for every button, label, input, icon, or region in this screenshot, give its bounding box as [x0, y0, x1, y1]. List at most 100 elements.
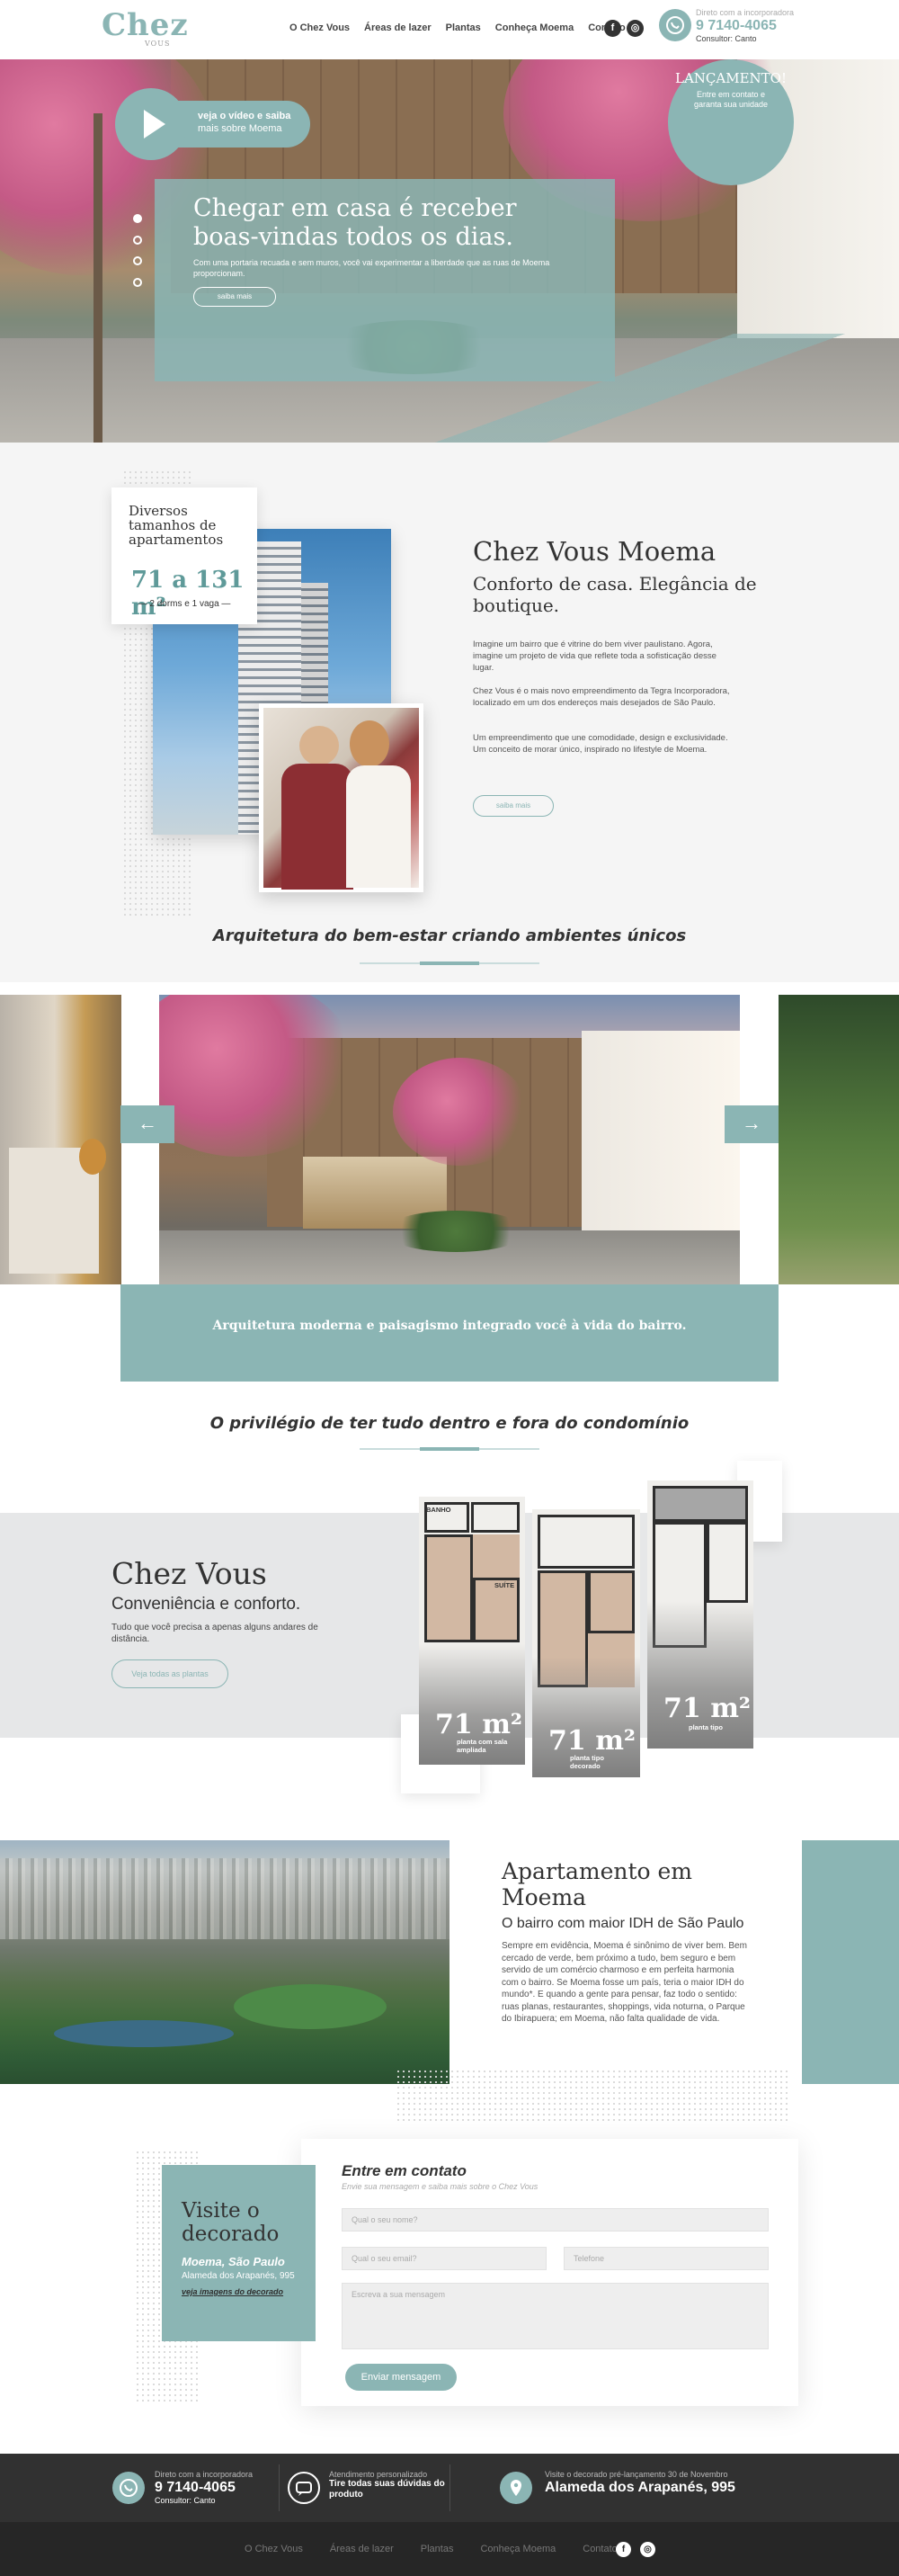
visit-photos-link[interactable]: veja imagens do decorado [182, 2287, 283, 2296]
main-nav: O Chez Vous Áreas de lazer Plantas Conhe… [289, 22, 626, 33]
floor-plan-card-2[interactable]: 71 m² planta tipo decorado [532, 1509, 640, 1777]
about-subtitle: Conforto de casa. Elegância de boutique. [473, 573, 757, 616]
visit-title: Visite o decorado [182, 2199, 280, 2246]
launch-text: Entre em contato e garanta sua unidade [693, 90, 769, 109]
footer-facebook-icon[interactable]: f [616, 2542, 631, 2557]
plan-1-size: 71 m² [435, 1709, 523, 1740]
footer-consultant: Consultor: Canto [155, 2496, 216, 2505]
video-cta-text[interactable]: veja o vídeo e saiba mais sobre Moema [198, 110, 290, 135]
footer-divider-1 [279, 2464, 280, 2511]
footer-nav-contato[interactable]: Contato [583, 2544, 618, 2554]
hero-saiba-mais-button[interactable]: saiba mais [193, 287, 276, 307]
footer-instagram-icon[interactable]: ◎ [640, 2542, 655, 2557]
plan-3-size: 71 m² [663, 1693, 752, 1724]
plan-2-label: planta tipo decorado [570, 1754, 604, 1770]
decor-teal-strip [802, 1840, 899, 2084]
header-consultant: Consultor: Canto [696, 34, 757, 43]
privilege-divider [360, 1447, 539, 1451]
carousel-prev-arrow-icon[interactable]: ← [120, 1105, 174, 1143]
plants-title: Chez Vous [111, 1556, 267, 1591]
footer-phone[interactable]: 9 7140-4065 [155, 2479, 253, 2496]
visit-location: Moema, São Paulo [182, 2255, 285, 2268]
about-paragraph-3: Um empreendimento que une comodidade, de… [473, 733, 728, 755]
footer-col2-text: Tire todas suas dúvidas do produto [329, 2479, 445, 2500]
architecture-divider [360, 962, 539, 965]
architecture-carousel: ← → Arquitetura moderna e paisagismo int… [0, 995, 899, 1382]
architecture-heading: Arquitetura do bem-estar criando ambient… [212, 926, 687, 945]
floor-plan-card-1[interactable]: BANHO SUÍTE 71 m² planta com sala amplia… [419, 1497, 525, 1765]
footer-col3-label: Visite o decorado pré-lançamento 30 de N… [545, 2470, 728, 2479]
footer-nav-chez-vous[interactable]: O Chez Vous [245, 2544, 303, 2554]
sizes-range: 71 a 131 m² [131, 567, 245, 621]
visit-showroom-box: Visite o decorado Moema, São Paulo Alame… [162, 2165, 316, 2341]
message-textarea[interactable]: Escreva a sua mensagem [342, 2283, 769, 2349]
location-pin-icon [500, 2472, 532, 2504]
view-all-plans-button[interactable]: Veja todas as plantas [111, 1659, 228, 1688]
hero-tree-trunk [93, 113, 102, 443]
carousel-slide-prev-image[interactable] [0, 995, 121, 1284]
about-paragraph-1: Imagine um bairro que é vitrine do bem v… [473, 640, 717, 673]
nav-item-areas-lazer[interactable]: Áreas de lazer [364, 22, 432, 33]
moema-title: Apartamento em Moema [502, 1858, 693, 1910]
carousel-slide-next-image[interactable] [779, 995, 899, 1284]
about-paragraph-2: Chez Vous é o mais novo empreendimento d… [473, 686, 730, 708]
slider-dot-1[interactable] [133, 214, 142, 223]
plan-room-label-suite: SUÍTE [494, 1581, 515, 1589]
plan-2-size: 71 m² [548, 1725, 636, 1757]
phone-input[interactable]: Telefone [564, 2247, 769, 2270]
footer-nav: O Chez Vous Áreas de lazer Plantas Conhe… [245, 2544, 618, 2554]
sizes-heading: Diversos tamanhos de apartamentos [129, 503, 224, 548]
instagram-icon[interactable]: ◎ [627, 20, 644, 37]
footer-whatsapp-icon[interactable] [112, 2472, 145, 2504]
slider-dot-2[interactable] [133, 236, 142, 245]
sizes-detail: — 2 dorms e 1 vaga — [138, 599, 231, 609]
slider-dot-3[interactable] [133, 256, 142, 265]
nav-item-conheca-moema[interactable]: Conheça Moema [495, 22, 574, 33]
hero-subtitle: Com uma portaria recuada e sem muros, vo… [193, 258, 550, 278]
footer-nav-conheca-moema[interactable]: Conheça Moema [480, 2544, 556, 2554]
facebook-icon[interactable]: f [604, 20, 621, 37]
header-phone[interactable]: 9 7140-4065 [696, 17, 794, 34]
slider-dot-4[interactable] [133, 278, 142, 287]
couple-photo [259, 703, 423, 892]
email-input[interactable]: Qual o seu email? [342, 2247, 547, 2270]
play-icon[interactable] [115, 88, 187, 160]
moema-text: Sempre em evidência, Moema é sinônimo de… [502, 1941, 747, 2024]
carousel-slide-active-image [159, 995, 740, 1284]
plan-3-label: planta tipo [689, 1723, 723, 1731]
launch-badge[interactable]: LANÇAMENTO! Entre em contato e garanta s… [668, 59, 794, 185]
carousel-next-arrow-icon[interactable]: → [725, 1105, 779, 1143]
footer-contact-col-1: Direto com a incorporadora 9 7140-4065 C… [155, 2470, 253, 2505]
footer-contact-col-2: Atendimento personalizado Tire todas sua… [329, 2470, 450, 2500]
hero-overlay-box: Chegar em casa é receber boas-vindas tod… [155, 179, 615, 381]
nav-item-plantas[interactable]: Plantas [446, 22, 481, 33]
name-input[interactable]: Qual o seu nome? [342, 2208, 769, 2232]
send-message-button[interactable]: Enviar mensagem [345, 2364, 457, 2391]
whatsapp-icon[interactable] [659, 9, 691, 41]
brand-logo[interactable]: Chez VOUS [102, 7, 189, 48]
moema-aerial-video-thumbnail[interactable] [0, 1840, 450, 2084]
form-subtitle: Envie sua mensagem e saiba mais sobre o … [342, 2182, 539, 2191]
moema-subtitle: O bairro com maior IDH de São Paulo [502, 1916, 744, 1931]
chat-support-icon [288, 2472, 320, 2504]
footer-col1-label: Direto com a incorporadora [155, 2470, 254, 2479]
footer-nav-plantas[interactable]: Plantas [421, 2544, 454, 2554]
hero-title: Chegar em casa é receber boas-vindas tod… [193, 194, 517, 251]
launch-title: LANÇAMENTO! [675, 70, 787, 86]
about-saiba-mais-button[interactable]: saiba mais [473, 795, 554, 817]
apartment-sizes-card: Diversos tamanhos de apartamentos 71 a 1… [111, 487, 257, 624]
plants-text: Tudo que você precisa a apenas alguns an… [111, 1623, 318, 1644]
plan-1-label: planta com sala ampliada [457, 1738, 508, 1754]
privilege-heading: O privilégio de ter tudo dentro e fora d… [209, 1414, 690, 1433]
header-contact-label: Direto com a incorporadora [696, 8, 795, 17]
footer-col2-label: Atendimento personalizado [329, 2470, 428, 2479]
site-header: Chez VOUS O Chez Vous Áreas de lazer Plan… [0, 0, 899, 59]
about-title: Chez Vous Moema [473, 536, 717, 567]
plan-room-label-banho: BANHO [426, 1506, 451, 1514]
floor-plan-card-3[interactable]: 71 m² planta tipo [647, 1480, 753, 1749]
plants-subtitle: Conveniência e conforto. [111, 1595, 301, 1614]
nav-item-chez-vous[interactable]: O Chez Vous [289, 22, 350, 33]
footer-nav-areas-lazer[interactable]: Áreas de lazer [330, 2544, 394, 2554]
dot-pattern-decoration-2 [396, 2069, 791, 2123]
carousel-caption-box: Arquitetura moderna e paisagismo integra… [120, 1284, 779, 1382]
